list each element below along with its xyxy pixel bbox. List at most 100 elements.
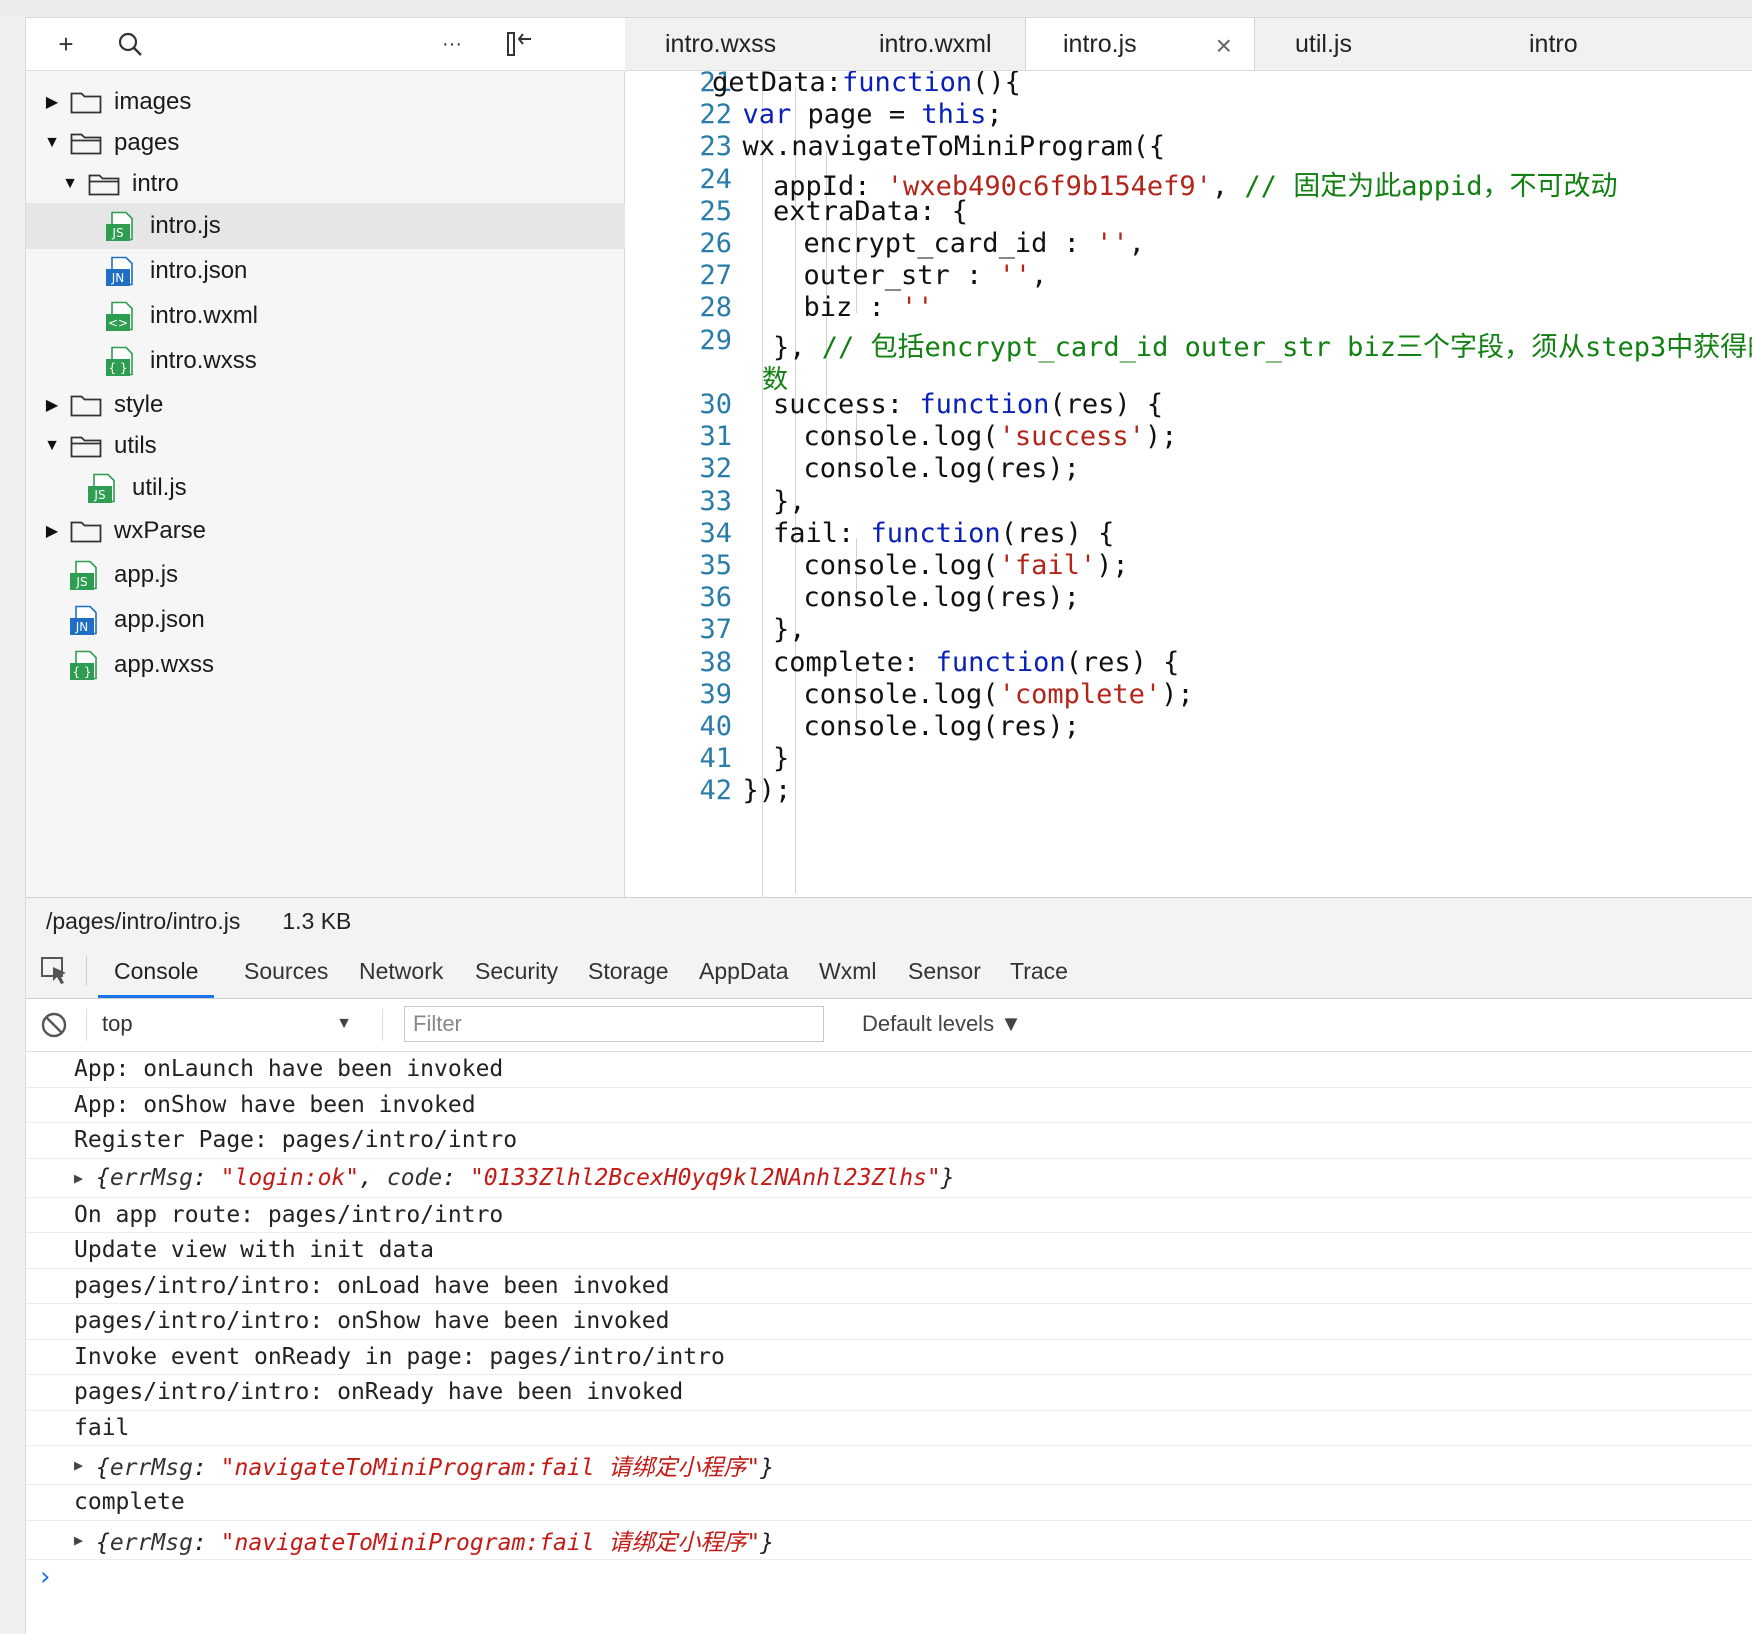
collapsed-arrow-icon[interactable]: ▶ bbox=[44, 94, 60, 111]
file-badge: JS bbox=[106, 224, 130, 241]
code-line: success: function(res) { bbox=[773, 389, 1163, 420]
code-editor[interactable]: 21 22 23 24 25 26 27 28 29 30 31 32 33 34 35 36 37 38 39 40… bbox=[625, 71, 1752, 897]
code-line: console.log('complete'); bbox=[804, 679, 1194, 710]
code-line: console.log('fail'); bbox=[804, 550, 1129, 581]
tree-item-label: wxParse bbox=[114, 517, 207, 544]
search-icon[interactable] bbox=[112, 26, 148, 62]
collapsed-arrow-icon[interactable]: ▶ bbox=[44, 523, 60, 540]
file-type-icon: JN bbox=[106, 256, 136, 286]
tree-item-intro-wxss[interactable]: { } intro.wxss bbox=[26, 338, 704, 384]
devtools-tab-sensor[interactable]: Sensor bbox=[892, 944, 997, 998]
close-tab-icon[interactable]: × bbox=[1216, 30, 1232, 62]
line-number: 31 bbox=[699, 421, 732, 453]
tree-item-label: utils bbox=[114, 432, 157, 459]
line-number: 30 bbox=[699, 389, 732, 420]
devtools-tab-security[interactable]: Security bbox=[459, 944, 574, 998]
tree-item-pages[interactable]: ▼ pages bbox=[26, 120, 642, 166]
code-token-plain: (res) { bbox=[1049, 389, 1164, 420]
filter-placeholder: Filter bbox=[413, 1011, 462, 1036]
chevron-down-icon: ▼ bbox=[336, 1015, 352, 1032]
console-object-row[interactable]: ▶ {errMsg: "navigateToMiniProgram:fail 请绑… bbox=[26, 1446, 1752, 1485]
console-object: {errMsg: "navigateToMiniProgram:fail 请绑定… bbox=[96, 1523, 774, 1557]
tree-item-util-js[interactable]: JS util.js bbox=[26, 465, 686, 511]
console-prompt-icon[interactable]: › bbox=[40, 1562, 50, 1592]
editor-tab-intro-wxml[interactable]: intro.wxml bbox=[857, 18, 1025, 70]
line-number: 27 bbox=[699, 260, 732, 292]
expand-arrow-icon[interactable]: ▶ bbox=[74, 1531, 83, 1549]
code-token-cm: // 包括encrypt_card_id outer_str biz三个字段，须… bbox=[821, 331, 1752, 363]
expanded-arrow-icon[interactable]: ▼ bbox=[44, 437, 60, 454]
console-message: pages/intro/intro: onLoad have been invo… bbox=[74, 1272, 670, 1299]
code-token-str: '' bbox=[1096, 228, 1129, 259]
file-type-icon: <> bbox=[106, 301, 136, 331]
expanded-arrow-icon[interactable]: ▼ bbox=[62, 175, 78, 192]
editor-tab-bar: intro.wxss intro.wxml intro.js × util.js intr… bbox=[625, 18, 1752, 71]
code-token-kw: function bbox=[919, 389, 1050, 420]
line-number: 35 bbox=[699, 550, 732, 581]
collapsed-arrow-icon[interactable]: ▶ bbox=[44, 397, 60, 414]
tree-item-utils[interactable]: ▼ utils bbox=[26, 423, 642, 469]
editor-tab-intro-js[interactable]: intro.js × bbox=[1025, 18, 1255, 70]
code-token-plain: }, bbox=[773, 485, 806, 517]
code-token-plain: getData: bbox=[712, 71, 843, 98]
tree-item-intro-json[interactable]: JN intro.json bbox=[26, 248, 704, 294]
expand-arrow-icon[interactable]: ▶ bbox=[74, 1169, 83, 1187]
code-token-plain: extraData: { bbox=[773, 195, 969, 227]
folder-icon bbox=[70, 519, 102, 543]
tree-item-intro-js[interactable]: JS intro.js bbox=[26, 203, 704, 249]
code-token-plain: ; bbox=[986, 99, 1003, 131]
editor-tab-intro-wxss[interactable]: intro.wxss bbox=[625, 18, 857, 70]
devtools-tab-network[interactable]: Network bbox=[343, 944, 459, 998]
tree-item-wxparse[interactable]: ▶ wxParse bbox=[26, 508, 642, 554]
tree-item-label: app.json bbox=[114, 606, 205, 633]
devtools-tab-storage[interactable]: Storage bbox=[572, 944, 685, 998]
tree-item-app-json[interactable]: JN app.json bbox=[26, 597, 668, 643]
devtools-tab-trace[interactable]: Trace bbox=[994, 944, 1084, 998]
tree-item-style[interactable]: ▶ style bbox=[26, 382, 642, 428]
tree-item-images[interactable]: ▶ images bbox=[26, 79, 642, 125]
console-filter-input[interactable]: Filter bbox=[404, 1006, 824, 1042]
line-number: 25 bbox=[699, 195, 732, 227]
console-object-row[interactable]: ▶ {errMsg: "login:ok", code: "0133Zlhl2Bc… bbox=[26, 1159, 1752, 1198]
inspect-element-icon[interactable] bbox=[40, 956, 70, 991]
code-token-plain: console.log(res); bbox=[803, 582, 1080, 614]
tree-item-intro-wxml[interactable]: <> intro.wxml bbox=[26, 293, 704, 339]
tree-item-app-wxss[interactable]: { } app.wxss bbox=[26, 642, 668, 688]
editor-tab-intro[interactable]: intro bbox=[1493, 18, 1752, 70]
log-levels-label: Default levels ▼ bbox=[862, 1011, 1022, 1036]
clear-console-icon[interactable] bbox=[40, 1011, 68, 1044]
file-badge: JS bbox=[88, 486, 112, 503]
line-number: 23 bbox=[699, 131, 732, 163]
object-brace: { bbox=[96, 1164, 110, 1191]
context-selector[interactable]: top ▼ bbox=[102, 999, 352, 1049]
devtools-tab-sources[interactable]: Sources bbox=[228, 944, 344, 998]
expand-arrow-icon[interactable]: ▶ bbox=[74, 1456, 83, 1474]
devtools-tab-console[interactable]: Console bbox=[98, 944, 215, 998]
console-log-row: App: onLaunch have been invoked bbox=[26, 1052, 1752, 1088]
object-value: "navigateToMiniProgram:fail 请绑定小程序" bbox=[220, 1529, 761, 1556]
line-number: 39 bbox=[699, 678, 732, 710]
devtools-tab-appdata[interactable]: AppData bbox=[683, 944, 805, 998]
add-file-icon[interactable]: + bbox=[48, 26, 84, 62]
tree-item-intro[interactable]: ▼ intro bbox=[26, 161, 660, 207]
more-options-icon[interactable]: ··· bbox=[434, 26, 470, 62]
tree-item-label: util.js bbox=[132, 474, 187, 501]
tree-item-app-js[interactable]: JS app.js bbox=[26, 552, 668, 598]
line-number: 32 bbox=[699, 453, 732, 485]
line-number: 34 bbox=[699, 517, 732, 549]
devtools-tab-wxml[interactable]: Wxml bbox=[803, 944, 892, 998]
file-tree: ▶ images ▼ pages ▼ intro JS intro.js JN intro.jso… bbox=[26, 71, 704, 897]
console-output: App: onLaunch have been invoked App: onSh… bbox=[26, 1052, 1752, 1634]
editor-tab-util-js[interactable]: util.js bbox=[1255, 18, 1493, 70]
file-type-icon: JS bbox=[106, 211, 136, 241]
collapse-sidebar-icon[interactable] bbox=[502, 26, 538, 62]
code-line: } bbox=[773, 743, 789, 774]
code-line: console.log(res); bbox=[804, 582, 1080, 613]
code-line: getData:function(){ bbox=[712, 71, 1021, 98]
console-log-row: pages/intro/intro: onReady have been inv… bbox=[26, 1375, 1752, 1411]
console-object-row[interactable]: ▶ {errMsg: "navigateToMiniProgram:fail 请绑… bbox=[26, 1521, 1752, 1560]
log-levels-dropdown[interactable]: Default levels ▼ bbox=[862, 999, 1022, 1049]
object-colon: : bbox=[192, 1529, 221, 1556]
expanded-arrow-icon[interactable]: ▼ bbox=[44, 134, 60, 151]
devtools-tab-label: Wxml bbox=[819, 957, 877, 984]
